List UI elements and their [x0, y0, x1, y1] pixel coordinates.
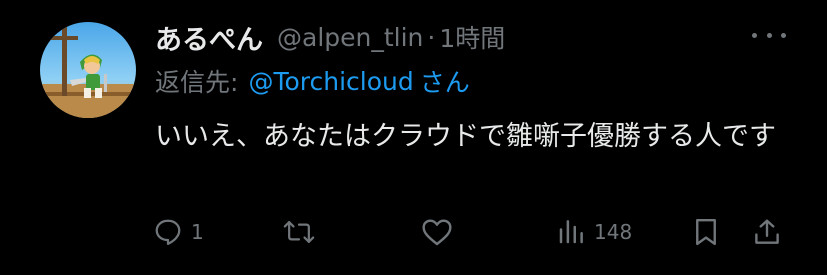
- reply-icon: [153, 217, 183, 247]
- reply-suffix: さん: [419, 68, 470, 97]
- more-dot: [766, 32, 772, 38]
- like-button[interactable]: [421, 210, 461, 254]
- avatar[interactable]: [40, 22, 136, 118]
- heart-icon: [421, 217, 453, 247]
- timestamp[interactable]: 1時間: [439, 19, 505, 55]
- reply-user-link[interactable]: @Torchicloud: [248, 67, 413, 96]
- tweet-text: いいえ、あなたはクラウドで雛噺子優勝する人です: [155, 121, 776, 152]
- reply-count: 1: [191, 220, 204, 244]
- tweet[interactable]: あるぺん @alpen_tlin · 1時間 返信先: @Torchicloud…: [0, 0, 827, 275]
- retweet-icon: [283, 217, 315, 247]
- reply-label: 返信先:: [155, 68, 239, 97]
- views-icon: [556, 217, 586, 247]
- bookmark-button[interactable]: [692, 210, 720, 254]
- more-icon[interactable]: [752, 22, 786, 48]
- tweet-header: あるぺん @alpen_tlin · 1時間: [155, 16, 505, 58]
- reply-button[interactable]: 1: [153, 210, 204, 254]
- reply-context: 返信先: @Torchicloud さん: [155, 61, 470, 101]
- display-name[interactable]: あるぺん: [155, 18, 263, 57]
- bookmark-icon: [692, 217, 720, 247]
- share-button[interactable]: [752, 210, 782, 254]
- views-count: 148: [594, 220, 633, 244]
- more-dot: [781, 32, 786, 38]
- retweet-button[interactable]: [283, 210, 323, 254]
- action-bar: 1 148: [0, 210, 827, 254]
- more-dot: [752, 32, 757, 38]
- user-handle[interactable]: @alpen_tlin: [277, 23, 423, 52]
- views-button[interactable]: 148: [556, 210, 632, 254]
- separator-dot: ·: [427, 22, 436, 52]
- share-icon: [752, 217, 782, 247]
